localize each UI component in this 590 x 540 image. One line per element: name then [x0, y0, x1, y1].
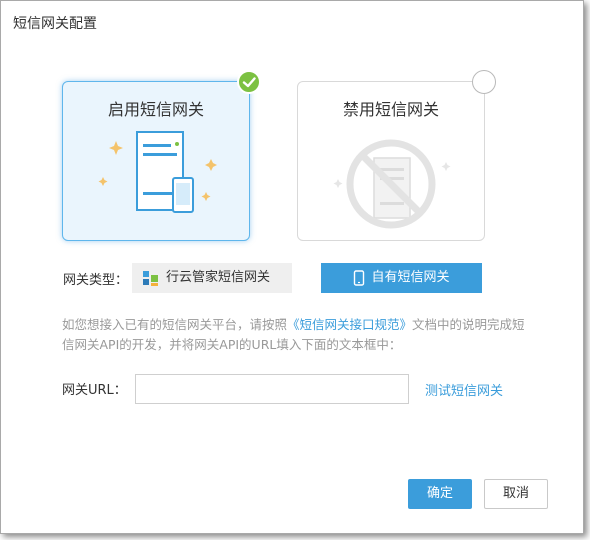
dialog-title: 短信网关配置: [13, 16, 97, 32]
gateway-url-input[interactable]: [135, 374, 409, 404]
cancel-button[interactable]: 取消: [484, 479, 548, 509]
gateway-type-label: 网关类型：: [63, 273, 129, 288]
interface-spec-link[interactable]: 《短信网关接口规范》: [287, 317, 412, 332]
yunguan-gateway-option[interactable]: 行云管家短信网关: [132, 263, 292, 293]
own-gateway-option[interactable]: 自有短信网关: [321, 263, 482, 293]
gateway-url-label: 网关URL：: [62, 383, 127, 398]
enable-gateway-label: 启用短信网关: [107, 100, 204, 119]
phone-icon: [354, 270, 365, 286]
selected-check-icon: [237, 70, 261, 94]
disable-gateway-label: 禁用短信网关: [342, 100, 439, 119]
yunguan-gateway-label: 行云管家短信网关: [166, 270, 271, 285]
server-phone-illustration-icon: [98, 131, 217, 213]
yunguan-logo-icon: [143, 271, 158, 286]
test-gateway-link[interactable]: 测试短信网关: [425, 380, 503, 399]
gateway-description: 如您想接入已有的短信网关平台，请按照《短信网关接口规范》文档中的说明完成短信网关…: [62, 315, 532, 355]
disabled-server-illustration-icon: [333, 139, 451, 229]
ok-button[interactable]: 确定: [408, 479, 472, 509]
description-text-1: 如您想接入已有的短信网关平台，请按照: [62, 317, 288, 332]
own-gateway-label: 自有短信网关: [371, 270, 450, 285]
enable-gateway-option[interactable]: 启用短信网关: [62, 70, 261, 241]
unselected-radio-icon: [472, 70, 496, 94]
disable-gateway-option[interactable]: 禁用短信网关: [297, 70, 496, 241]
sms-gateway-dialog: 短信网关配置 启用短信网关 禁用短信网关 网关类型： 行云管家短信网关 自有短信…: [0, 0, 584, 534]
